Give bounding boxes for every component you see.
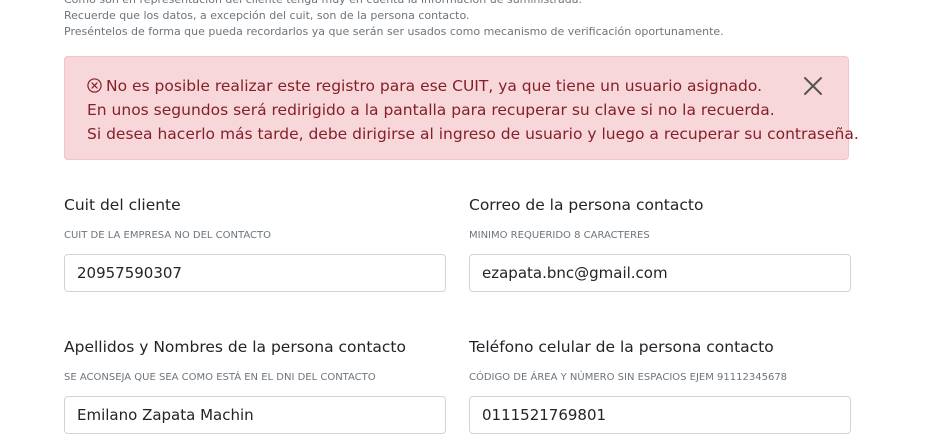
intro-line-2: Recuerde que los datos, a excepción del … xyxy=(64,9,470,22)
alert-message-2: En unos segundos será redirigido a la pa… xyxy=(87,101,775,119)
phone-label: Teléfono celular de la persona contacto xyxy=(469,338,774,356)
alert-message-3: Si desea hacerlo más tarde, debe dirigir… xyxy=(87,125,859,143)
alert-close-button[interactable] xyxy=(802,75,824,97)
phone-field-group: Teléfono celular de la persona contacto … xyxy=(469,335,851,434)
intro-text: Como son en representación del cliente t… xyxy=(64,0,924,40)
error-circle-icon xyxy=(87,78,102,93)
alert-message-1: No es posible realizar este registro par… xyxy=(106,77,763,95)
name-label: Apellidos y Nombres de la persona contac… xyxy=(64,338,406,356)
email-field-group: Correo de la persona contacto MINIMO REQ… xyxy=(469,193,851,292)
phone-input[interactable] xyxy=(469,396,851,434)
name-hint: SE ACONSEJA QUE SEA COMO ESTÁ EN EL DNI … xyxy=(64,372,376,383)
name-input[interactable] xyxy=(64,396,446,434)
close-icon xyxy=(804,77,822,95)
error-alert: No es posible realizar este registro par… xyxy=(64,56,859,160)
cuit-field-group: Cuit del cliente CUIT DE LA EMPRESA NO D… xyxy=(64,193,446,292)
cuit-input[interactable] xyxy=(64,254,446,292)
phone-hint: CÓDIGO DE ÁREA Y NÚMERO SIN ESPACIOS EJE… xyxy=(469,372,788,383)
alert-line-1: No es posible realizar este registro par… xyxy=(87,74,859,98)
name-field-group: Apellidos y Nombres de la persona contac… xyxy=(64,335,446,434)
email-hint: MINIMO REQUERIDO 8 CARACTERES xyxy=(469,230,650,241)
email-input[interactable] xyxy=(469,254,851,292)
intro-line-3: Preséntelos de forma que pueda recordarl… xyxy=(64,25,724,38)
intro-line-1: Como son en representación del cliente t… xyxy=(64,0,924,8)
cuit-label: Cuit del cliente xyxy=(64,196,181,214)
email-label: Correo de la persona contacto xyxy=(469,196,704,214)
cuit-hint: CUIT DE LA EMPRESA NO DEL CONTACTO xyxy=(64,230,271,241)
